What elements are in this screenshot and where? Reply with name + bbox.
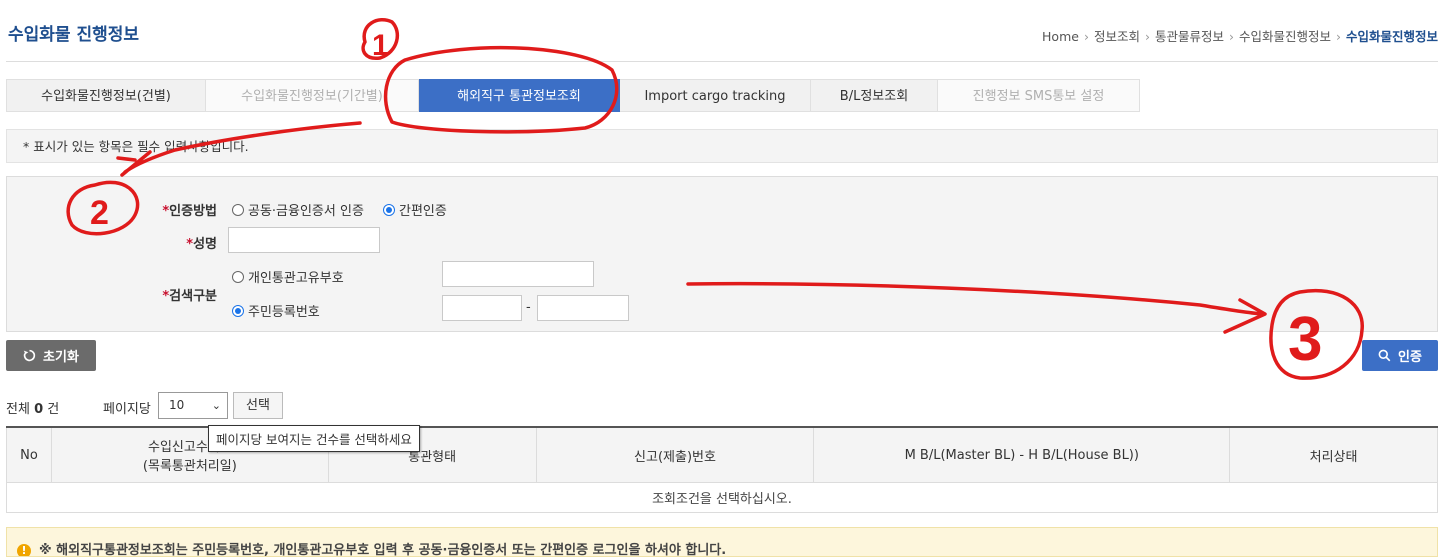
search-type-label: *검색구분 <box>162 289 217 304</box>
column-header-bl: M B/L(Master BL) - H B/L(House BL)) <box>813 426 1231 483</box>
reset-button[interactable]: 초기화 <box>6 340 96 371</box>
tab-sms-settings[interactable]: 진행정보 SMS통보 설정 <box>938 79 1140 112</box>
auth-button[interactable]: 인증 <box>1362 340 1438 371</box>
dash-separator: - <box>526 300 531 315</box>
name-input[interactable] <box>228 227 380 253</box>
refresh-icon <box>23 349 36 362</box>
tab-import-cargo-tracking[interactable]: Import cargo tracking <box>620 79 811 112</box>
page-title: 수입화물 진행정보 <box>8 25 140 45</box>
resident-number-front-input[interactable] <box>442 295 522 321</box>
chevron-down-icon: ⌄ <box>211 399 221 412</box>
select-button[interactable]: 선택 <box>233 392 283 419</box>
radio-button[interactable] <box>232 270 244 283</box>
customs-code-input[interactable] <box>442 261 594 287</box>
column-header-status: 처리상태 <box>1229 426 1438 483</box>
tab-bl-info[interactable]: B/L정보조회 <box>811 79 938 112</box>
search-form: *인증방법 공동·금융인증서 인증 간편인증 *성명 *검색구분 개인통관고유부… <box>6 176 1438 332</box>
name-label: *성명 <box>186 237 217 252</box>
auth-method-label: *인증방법 <box>162 204 217 219</box>
table-row: 조회조건을 선택하십시오. <box>6 482 1438 513</box>
radio-button[interactable] <box>232 203 244 216</box>
divider <box>6 61 1438 62</box>
annotation-ring-1 <box>361 18 400 60</box>
search-icon <box>1378 349 1391 362</box>
chevron-right-icon: › <box>1144 29 1150 44</box>
empty-message: 조회조건을 선택하십시오. <box>6 482 1438 513</box>
tab-overseas-direct-purchase[interactable]: 해외직구 통관정보조회 <box>419 79 620 112</box>
chevron-right-icon: › <box>1083 29 1089 44</box>
breadcrumb-current: 수입화물진행정보 <box>1345 29 1438 44</box>
breadcrumb-item[interactable]: 수입화물진행정보 <box>1239 29 1331 44</box>
warning-banner: ! ※ 해외직구통관정보조회는 주민등록번호, 개인통관고유부호 입력 후 공동·… <box>6 527 1438 557</box>
auth-option-simple[interactable]: 간편인증 <box>383 200 447 219</box>
total-count: 전체 0 건 <box>6 402 60 417</box>
breadcrumb-item[interactable]: 통관물류정보 <box>1155 29 1224 44</box>
search-option-customs-code[interactable]: 개인통관고유부호 <box>232 267 344 286</box>
resident-number-back-input[interactable] <box>537 295 629 321</box>
radio-button-selected[interactable] <box>232 304 244 317</box>
tab-import-cargo-by-period[interactable]: 수입화물진행정보(기간별) <box>206 79 419 112</box>
required-notice: * 표시가 있는 항목은 필수 입력사항입니다. <box>6 129 1438 163</box>
chevron-right-icon: › <box>1228 29 1234 44</box>
chevron-right-icon: › <box>1335 29 1341 44</box>
breadcrumb-home[interactable]: Home <box>1042 29 1079 44</box>
tab-import-cargo-by-case[interactable]: 수입화물진행정보(건별) <box>6 79 206 112</box>
breadcrumb: Home › 정보조회 › 통관물류정보 › 수입화물진행정보 › 수입화물진행정보 <box>1042 26 1438 45</box>
per-page-tooltip: 페이지당 보여지는 건수를 선택하세요 <box>208 425 420 452</box>
tab-bar: 수입화물진행정보(건별) 수입화물진행정보(기간별) 해외직구 통관정보조회 I… <box>6 79 1140 113</box>
per-page-label: 페이지당 <box>103 402 151 417</box>
annotation-number-1: 1 <box>372 29 389 62</box>
column-header-no: No <box>6 426 52 483</box>
radio-button-selected[interactable] <box>383 203 395 216</box>
column-header-declaration-number: 신고(제출)번호 <box>535 426 815 483</box>
auth-option-certificate[interactable]: 공동·금융인증서 인증 <box>232 200 364 219</box>
per-page-select[interactable]: 10 ⌄ <box>158 392 228 419</box>
breadcrumb-item[interactable]: 정보조회 <box>1094 29 1140 44</box>
search-option-resident-number[interactable]: 주민등록번호 <box>232 301 320 320</box>
